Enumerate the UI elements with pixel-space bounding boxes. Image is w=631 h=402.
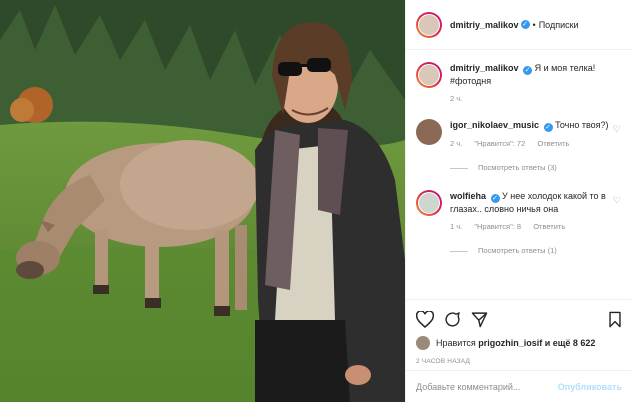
likes-count[interactable]: и ещё 8 622	[545, 338, 596, 348]
view-replies-label: Посмотреть ответы (1)	[478, 246, 557, 255]
caption-username[interactable]: dmitriy_malikov	[450, 63, 519, 73]
replies-divider	[450, 250, 468, 252]
comment-time[interactable]: 2 ч.	[450, 139, 462, 148]
comment-item: wolfieha ✓ У нее холодок какой то в глаз…	[416, 190, 621, 233]
share-icon[interactable]	[471, 311, 488, 328]
like-comment-icon[interactable]: ♡	[613, 123, 621, 150]
comment-icon[interactable]	[444, 311, 461, 328]
verified-icon: ✓	[543, 123, 553, 132]
verified-icon: ✓	[490, 194, 500, 203]
verified-icon: ✓	[523, 66, 533, 75]
view-replies-label: Посмотреть ответы (3)	[478, 163, 557, 172]
comment-username[interactable]: wolfieha	[450, 191, 486, 201]
post-timestamp[interactable]: 2 ЧАСОВ НАЗАД	[416, 358, 622, 365]
view-replies[interactable]: Посмотреть ответы (1)	[450, 245, 621, 257]
author-avatar[interactable]	[416, 62, 442, 88]
bookmark-icon[interactable]	[608, 311, 622, 328]
post-actions: Нравится prigozhin_iosif и ещё 8 622 2 Ч…	[406, 299, 631, 365]
like-comment-icon[interactable]: ♡	[613, 194, 621, 233]
following-button[interactable]: Подписки	[539, 20, 579, 30]
liker-avatar[interactable]	[416, 336, 430, 350]
commenter-avatar[interactable]	[416, 119, 442, 145]
reply-button[interactable]: Ответить	[533, 222, 565, 231]
instagram-post-view: dmitriy_malikov ✓ • Подписки dmitriy_mal…	[0, 0, 631, 402]
caption-item: dmitriy_malikov ✓ Я и моя телка! #фотодн…	[416, 62, 621, 105]
post-side-panel: dmitriy_malikov ✓ • Подписки dmitriy_mal…	[405, 0, 631, 402]
add-comment-bar: Опубликовать	[406, 370, 631, 402]
publish-button[interactable]: Опубликовать	[558, 382, 622, 392]
view-replies[interactable]: Посмотреть ответы (3)	[450, 162, 621, 174]
heart-icon[interactable]	[416, 310, 434, 328]
comment-text: Точно твоя?)	[555, 120, 609, 130]
replies-divider	[450, 167, 468, 169]
post-photo[interactable]	[0, 0, 405, 402]
likes-prefix: Нравится	[436, 338, 476, 348]
liker-username[interactable]: prigozhin_iosif	[478, 338, 542, 348]
caption-time[interactable]: 2 ч.	[450, 93, 621, 105]
comment-time[interactable]: 1 ч.	[450, 222, 462, 231]
likes-summary: Нравится prigozhin_iosif и ещё 8 622	[416, 336, 622, 350]
comment-username[interactable]: igor_nikolaev_music	[450, 120, 539, 130]
comment-item: igor_nikolaev_music ✓ Точно твоя?) 2 ч. …	[416, 119, 621, 150]
verified-icon: ✓	[520, 20, 530, 29]
commenter-avatar[interactable]	[416, 190, 442, 216]
author-username[interactable]: dmitriy_malikov	[450, 20, 519, 30]
comments-list: dmitriy_malikov ✓ Я и моя телка! #фотодн…	[406, 50, 631, 298]
comment-input[interactable]	[416, 381, 558, 392]
post-header: dmitriy_malikov ✓ • Подписки	[406, 0, 631, 50]
author-avatar[interactable]	[416, 11, 442, 38]
reply-button[interactable]: Ответить	[537, 139, 569, 148]
comment-likes[interactable]: "Нравится": 8	[474, 222, 521, 231]
comment-likes[interactable]: "Нравится": 72	[474, 139, 525, 148]
photo-illustration	[0, 0, 405, 402]
separator-dot: •	[532, 19, 536, 30]
